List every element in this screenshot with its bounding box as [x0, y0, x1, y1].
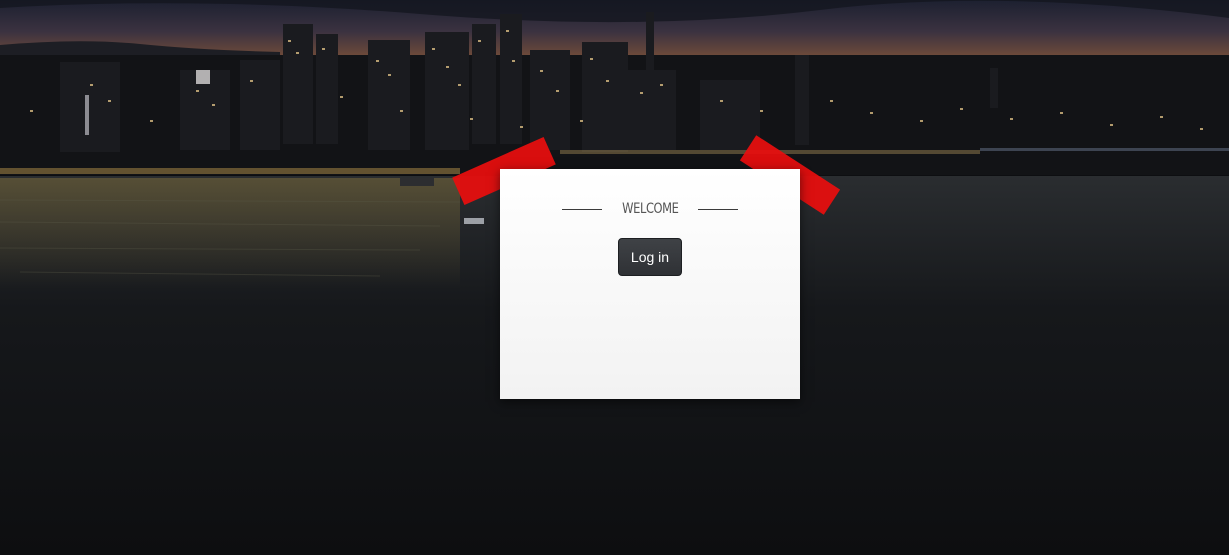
welcome-title: WELCOME: [621, 201, 679, 217]
welcome-heading: WELCOME: [500, 199, 800, 219]
heading-divider-left: [561, 208, 602, 210]
login-button[interactable]: Log in: [618, 238, 682, 276]
welcome-card: WELCOME Log in: [500, 169, 800, 399]
welcome-page: WELCOME Log in: [0, 0, 1229, 555]
heading-divider-right: [698, 208, 739, 210]
